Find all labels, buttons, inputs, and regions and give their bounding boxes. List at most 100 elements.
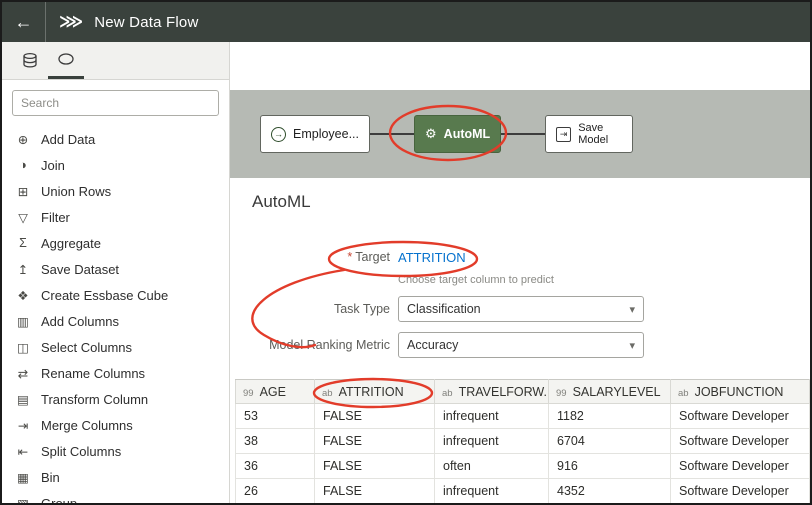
transform-column-icon: ▤ [17, 392, 29, 407]
split-columns-icon: ⇤ [17, 444, 29, 459]
sidebar-item-bin[interactable]: ▦ Bin [2, 464, 229, 490]
cell: FALSE [314, 428, 435, 454]
sidebar-item-label: Select Columns [41, 339, 133, 355]
node-save-model[interactable]: ⇥ Save Model [545, 115, 634, 153]
sidebar-item-join[interactable]: ◑ Join [2, 152, 229, 178]
target-column-value[interactable]: ATTRITION [398, 250, 466, 265]
sidebar-item-split-columns[interactable]: ⇤ Split Columns [2, 438, 229, 464]
merge-columns-icon: ⇥ [17, 418, 29, 433]
join-icon: ◑ [19, 158, 27, 172]
sidebar-item-label: Rename Columns [41, 365, 146, 381]
app-window: ← ⋙ New Data Flow Search ⊕ Add Data ◑ Jo… [0, 0, 812, 505]
node-label: AutoML [443, 127, 491, 141]
flow-toolbar [230, 42, 810, 90]
cell: FALSE [314, 453, 435, 479]
search-input[interactable] [12, 90, 219, 116]
group-icon: ▧ [15, 496, 31, 504]
sidebar-item-transform-column[interactable]: ▤ Transform Column [2, 386, 229, 412]
panel-title: AutoML [252, 192, 311, 211]
target-row: * Target ATTRITION [252, 244, 810, 270]
cell: Software Developer [670, 428, 810, 454]
sidebar-item-label: Create Essbase Cube [41, 287, 169, 303]
cell: infrequent [434, 478, 549, 503]
dataset-icon: → [271, 126, 286, 142]
column-header-salarylevel[interactable]: 99 SALARYLEVEL [548, 379, 671, 404]
sidebar-item-label: Add Columns [41, 313, 120, 329]
column-header-attrition[interactable]: ab ATTRITION [314, 379, 435, 404]
sidebar-item-label: Save Dataset [41, 261, 120, 277]
sidebar-item-label: Aggregate [41, 235, 101, 251]
sidebar-tabs [2, 42, 229, 80]
select-columns-icon: ◫ [17, 340, 29, 355]
rename-columns-icon: ⇄ [17, 366, 29, 381]
save-model-icon: ⇥ [556, 126, 572, 142]
sidebar-item-add-columns[interactable]: ▥ Add Columns [2, 308, 229, 334]
add-columns-icon: ▥ [17, 314, 29, 329]
numeric-type-icon: 99 [243, 387, 254, 399]
sidebar-item-select-columns[interactable]: ◫ Select Columns [2, 334, 229, 360]
search-container [2, 80, 229, 126]
chevron-down-icon: ▾ [629, 339, 635, 352]
model-ranking-metric-row: Model Ranking Metric Accuracy ▾ [252, 332, 810, 358]
sidebar-item-filter[interactable]: ▽ Filter [2, 204, 229, 230]
sidebar-item-add-data[interactable]: ⊕ Add Data [2, 126, 229, 152]
text-type-icon: ab [442, 387, 453, 399]
column-header-jobfunction[interactable]: ab JOBFUNCTION [670, 379, 810, 404]
model-ranking-metric-label: Model Ranking Metric [269, 338, 390, 352]
sidebar-item-save-dataset[interactable]: ↥ Save Dataset [2, 256, 229, 282]
sidebar-item-label: Split Columns [41, 443, 122, 459]
text-type-icon: ab [678, 387, 689, 399]
essbase-cube-icon: ❖ [17, 288, 29, 303]
automl-step-panel: AutoML * Target ATTRITION Choose target c… [230, 178, 810, 379]
add-data-icon: ⊕ [17, 132, 29, 147]
sidebar-item-label: Union Rows [41, 183, 112, 199]
sidebar-item-aggregate[interactable]: Σ Aggregate [2, 230, 229, 256]
sidebar-item-merge-columns[interactable]: ⇥ Merge Columns [2, 412, 229, 438]
save-dataset-icon: ↥ [17, 262, 29, 277]
table-row: 36 FALSE often 916 Software Developer [235, 453, 810, 479]
cell: 36 [235, 453, 315, 479]
sidebar-item-group[interactable]: ▧ Group [2, 490, 229, 504]
cell: 916 [548, 453, 671, 479]
cell: Software Developer [670, 478, 810, 503]
sidebar-item-rename-columns[interactable]: ⇄ Rename Columns [2, 360, 229, 386]
sidebar-item-label: Merge Columns [41, 417, 133, 433]
sidebar-item-label: Transform Column [41, 391, 149, 407]
tab-flow-steps[interactable] [48, 42, 84, 79]
column-header-age[interactable]: 99 AGE [235, 379, 315, 404]
chevron-down-icon: ▾ [629, 303, 635, 316]
flow-connector [501, 133, 546, 135]
target-help-text: Choose target column to predict [398, 274, 554, 286]
sidebar-item-union-rows[interactable]: ⊞ Union Rows [2, 178, 229, 204]
page-title: New Data Flow [94, 13, 199, 31]
model-ranking-metric-value: Accuracy [407, 338, 459, 352]
step-node-icon [58, 53, 74, 65]
text-type-icon: ab [322, 387, 333, 399]
column-header-travelforwork[interactable]: ab TRAVELFORW... [434, 379, 549, 404]
sidebar-item-create-essbase-cube[interactable]: ❖ Create Essbase Cube [2, 282, 229, 308]
sidebar-item-label: Join [41, 157, 65, 173]
cell: 26 [235, 478, 315, 503]
cell: 6704 [548, 428, 671, 454]
tab-data-sets[interactable] [12, 42, 48, 79]
back-button[interactable]: ← [2, 2, 46, 42]
bin-icon: ▦ [17, 470, 29, 485]
model-ranking-metric-select[interactable]: Accuracy ▾ [398, 332, 644, 358]
filter-icon: ▽ [18, 210, 28, 225]
table-row: 53 FALSE infrequent 1182 Software Develo… [235, 403, 810, 429]
node-label: Save Model [578, 122, 609, 146]
required-asterisk: * [347, 250, 353, 264]
data-preview-grid: 99 AGE ab ATTRITION ab TRAVELFORW... 99 SALA… [235, 379, 810, 503]
task-type-select[interactable]: Classification ▾ [398, 296, 644, 322]
steps-sidebar: ⊕ Add Data ◑ Join ⊞ Union Rows ▽ Filter Σ Agg… [2, 42, 230, 503]
node-automl[interactable]: ⚙ AutoML [414, 115, 502, 153]
table-row: 26 FALSE infrequent 4352 Software Develo… [235, 478, 810, 503]
sidebar-item-label: Group [41, 495, 78, 504]
task-type-value: Classification [407, 302, 481, 316]
cell: FALSE [314, 478, 435, 503]
data-flow-icon: ⋙ [59, 12, 84, 31]
node-employee-dataset[interactable]: → Employee... [260, 115, 371, 153]
numeric-type-icon: 99 [556, 387, 567, 399]
cell: Software Developer [670, 453, 810, 479]
cell: 4352 [548, 478, 671, 503]
